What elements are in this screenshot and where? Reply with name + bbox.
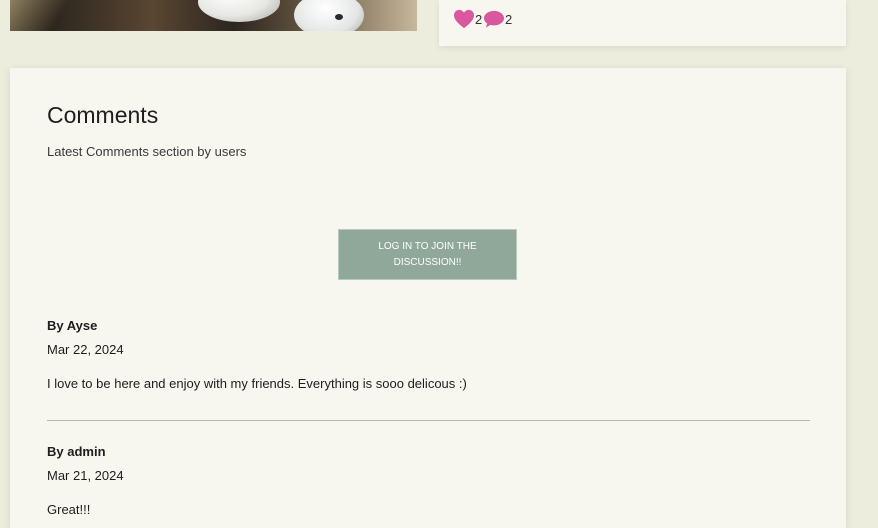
heart-icon <box>453 9 475 29</box>
comment-text: I love to be here and enjoy with my frie… <box>47 376 467 391</box>
comments-count: 2 <box>505 11 513 27</box>
post-image[interactable] <box>10 0 417 31</box>
post-stats-card: 2 2 <box>439 0 846 46</box>
cup-shape <box>198 0 280 22</box>
comments-title: Comments <box>47 102 159 128</box>
comment-divider <box>47 420 810 421</box>
comment-author: By admin <box>47 444 106 459</box>
likes-count: 2 <box>475 11 483 27</box>
comment-author: By Ayse <box>47 318 98 333</box>
login-to-discuss-button[interactable]: LOG IN TO JOIN THE DISCUSSION!! <box>338 229 517 280</box>
comment-item: By Ayse Mar 22, 2024 I love to be here a… <box>47 318 810 391</box>
comments-section: Comments Latest Comments section by user… <box>10 68 846 528</box>
comment-date: Mar 21, 2024 <box>47 468 124 483</box>
cup-detail <box>335 14 343 20</box>
comment-text: Great!!! <box>47 502 91 517</box>
cup-shape <box>294 0 364 31</box>
comment-bubble-icon <box>483 9 505 29</box>
comments-subtitle: Latest Comments section by users <box>47 144 247 159</box>
comments-stat[interactable]: 2 <box>483 9 512 29</box>
comment-item: By admin Mar 21, 2024 Great!!! <box>47 444 810 517</box>
image-shine <box>10 0 90 31</box>
comment-date: Mar 22, 2024 <box>47 342 124 357</box>
likes-stat[interactable]: 2 <box>453 9 482 29</box>
